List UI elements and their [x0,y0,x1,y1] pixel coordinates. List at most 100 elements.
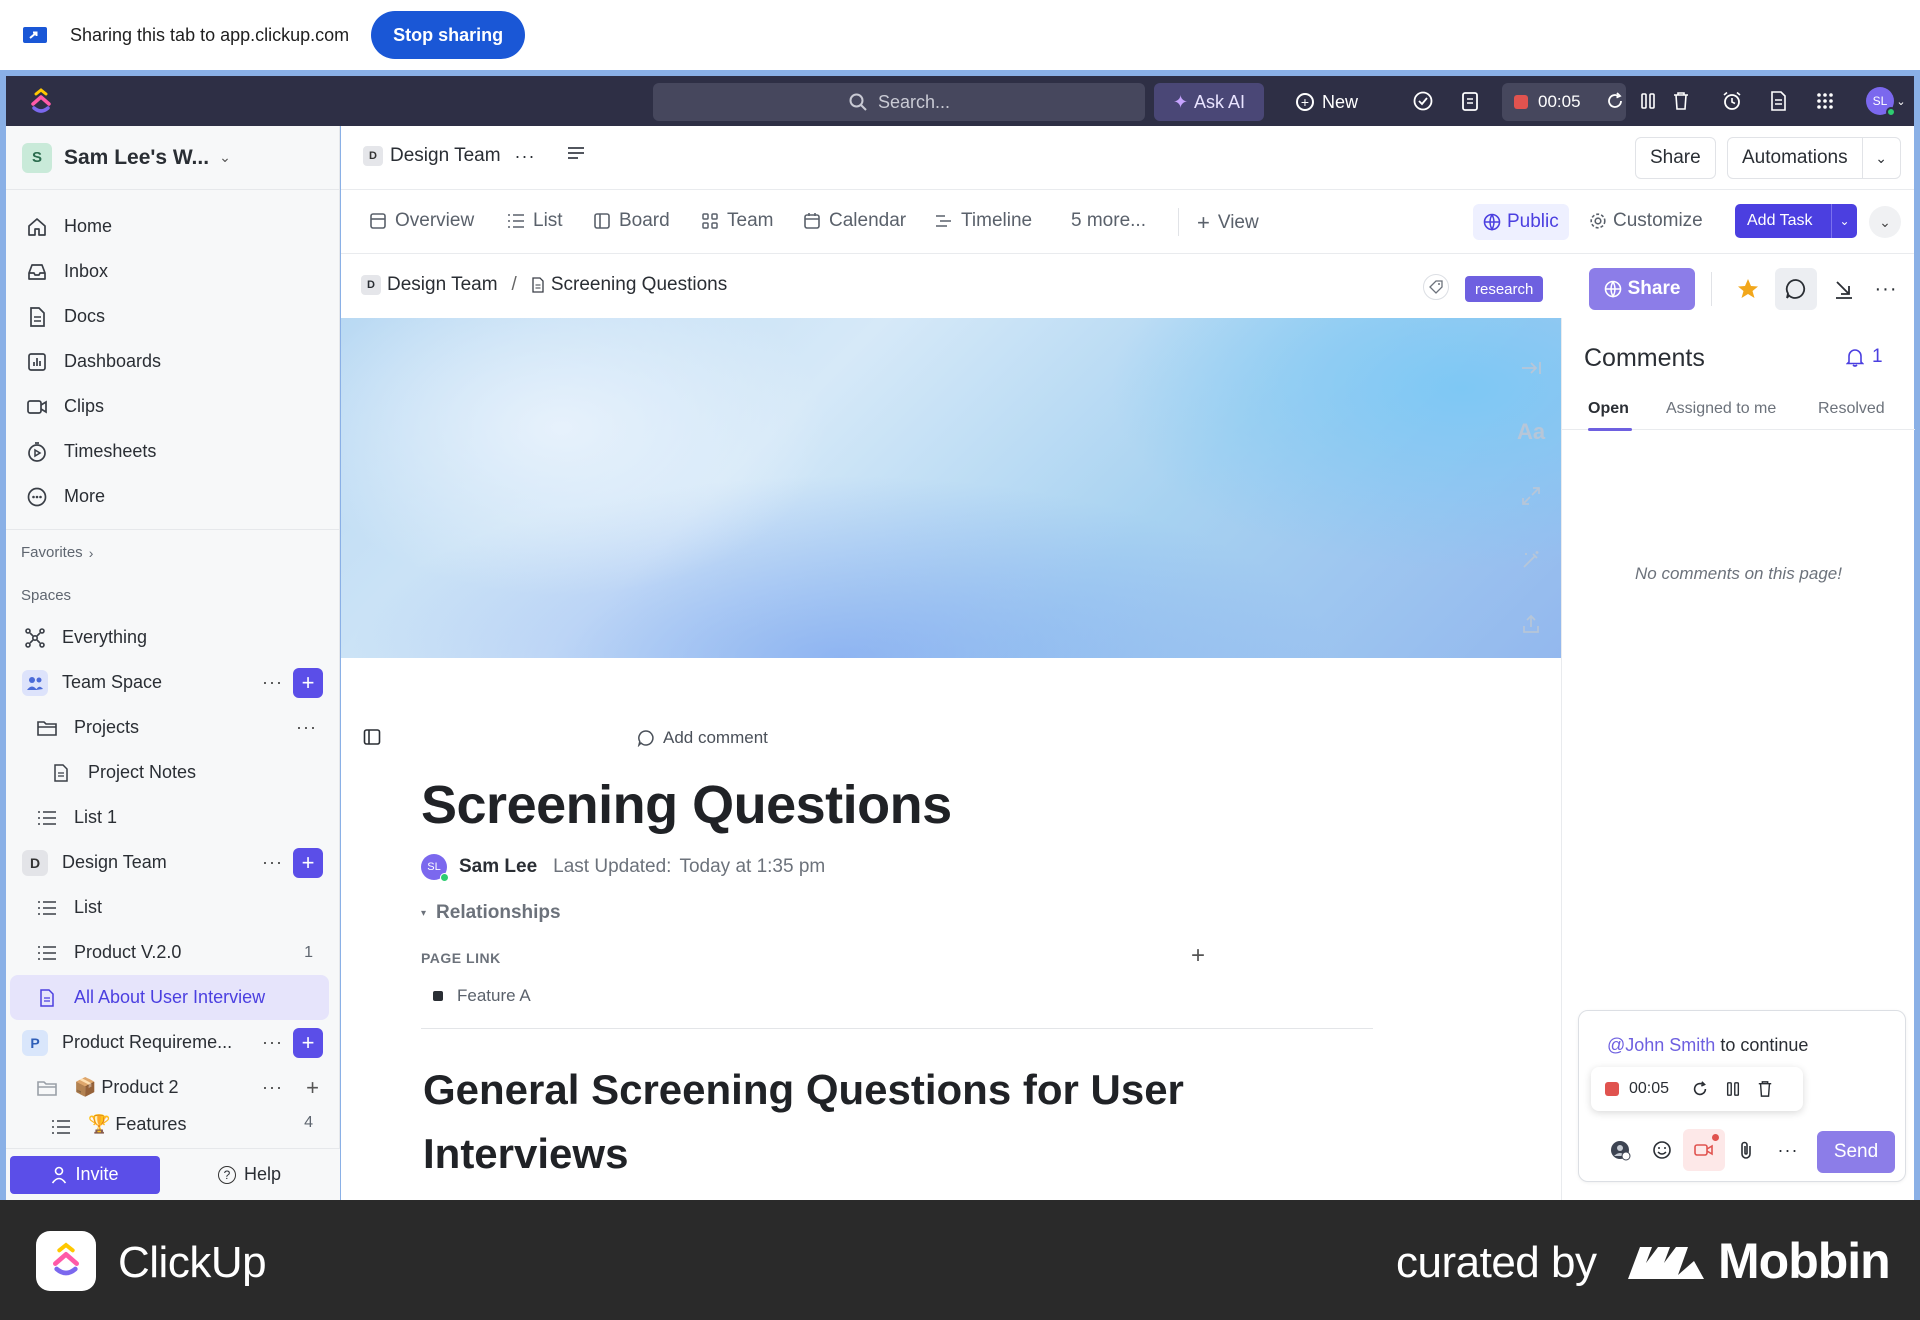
tab-timeline[interactable]: Timeline [935,210,1032,232]
apps-grid-icon[interactable] [1813,89,1837,113]
stop-sharing-button[interactable]: Stop sharing [371,11,526,59]
recording-pill[interactable]: 00:05 [1591,1067,1803,1111]
restart-icon[interactable] [1691,1080,1709,1098]
send-button[interactable]: Send [1817,1131,1895,1173]
nav-item-timesheets[interactable]: Timesheets [6,429,339,474]
export-icon[interactable] [1515,592,1547,656]
tab-calendar[interactable]: Calendar [803,210,906,232]
page-title[interactable]: Screening Questions [421,774,952,836]
space-design-team[interactable]: D Design Team ··· + [6,840,339,885]
invite-button[interactable]: Invite [10,1155,160,1194]
list-list1[interactable]: List 1 [6,795,339,840]
list-list[interactable]: List [6,885,339,930]
search-input[interactable]: Search... [653,83,1145,121]
sidebar-panel-icon[interactable] [363,728,381,751]
ellipsis-icon[interactable]: ··· [515,146,536,167]
trash-icon[interactable] [1757,1080,1773,1098]
author-avatar[interactable]: SL [421,854,449,882]
attachment-icon[interactable] [1725,1129,1767,1171]
breadcrumb-space[interactable]: Design Team [387,274,498,296]
description-lines-icon[interactable] [566,145,586,167]
list-product-v2[interactable]: Product V.2.0 1 [6,930,339,975]
collapse-right-icon[interactable] [1515,336,1547,400]
tab-list[interactable]: List [507,210,563,232]
ellipsis-icon[interactable]: ··· [296,717,317,738]
tag-icon[interactable] [1423,274,1449,300]
record-stop-icon[interactable] [1605,1082,1619,1096]
automations-button[interactable]: Automations ⌄ [1727,137,1901,179]
ellipsis-icon[interactable]: ··· [1767,1129,1809,1171]
add-page-link-button[interactable]: + [1191,942,1205,970]
add-icon[interactable]: + [306,1075,319,1101]
emoji-icon[interactable] [1641,1129,1683,1171]
clipboard-icon[interactable] [1458,89,1482,113]
nav-item-more[interactable]: More [6,474,339,519]
breadcrumb-page[interactable]: Screening Questions [531,274,727,296]
magic-wand-icon[interactable] [1515,528,1547,592]
tag-research[interactable]: research [1465,276,1544,302]
tab-overview[interactable]: Overview [369,210,474,232]
tab-resolved[interactable]: Resolved [1818,400,1885,418]
tab-open[interactable]: Open [1588,400,1629,418]
customize-button[interactable]: Customize [1589,210,1703,232]
alarm-icon[interactable] [1720,89,1744,113]
comment-composer[interactable]: @John Smith to continue 00:05 ··· Send [1578,1010,1906,1182]
expand-icon[interactable] [1515,464,1547,528]
public-button[interactable]: Public [1473,204,1569,240]
notifications-button[interactable]: 1 [1846,346,1883,368]
tab-team[interactable]: Team [701,210,773,232]
folder-projects[interactable]: Projects ··· [6,705,339,750]
workspace-switcher[interactable]: S Sam Lee's W... ⌄ [6,126,339,190]
new-button[interactable]: + New [1296,83,1358,121]
star-icon[interactable] [1733,274,1763,304]
favorites-toggle[interactable]: Favorites › [6,530,339,575]
space-everything[interactable]: Everything [6,615,339,660]
video-record-icon[interactable] [1683,1129,1725,1171]
restart-icon[interactable] [1603,89,1627,113]
comment-input[interactable]: @John Smith to continue [1607,1035,1808,1056]
relationships-toggle[interactable]: ▾ Relationships [421,902,561,924]
pause-icon[interactable] [1636,89,1660,113]
doc-project-notes[interactable]: Project Notes [6,750,339,795]
author-name[interactable]: Sam Lee [459,856,537,878]
help-button[interactable]: ? Help [218,1164,281,1185]
ellipsis-icon[interactable]: ··· [262,852,283,873]
user-avatar[interactable]: SL [1866,87,1896,117]
comment-icon[interactable] [1775,268,1817,310]
page-link-item[interactable]: Feature A [433,986,531,1006]
ellipsis-icon[interactable]: ··· [262,1077,283,1098]
space-team-space[interactable]: Team Space ··· + [6,660,339,705]
add-to-space-button[interactable]: + [293,1027,323,1058]
nav-item-dashboards[interactable]: Dashboards [6,339,339,384]
assign-avatar-icon[interactable] [1599,1129,1641,1171]
tab-more-views[interactable]: 5 more... [1071,210,1146,232]
doc-cover-image[interactable] [341,318,1561,658]
nav-item-docs[interactable]: Docs [6,294,339,339]
chevron-down-icon[interactable]: ⌄ [1831,204,1857,238]
font-size-icon[interactable]: Aa [1515,400,1547,464]
space-product-requirements[interactable]: P Product Requireme... ··· + [6,1020,339,1065]
ask-ai-button[interactable]: ✦ Ask AI [1154,83,1264,121]
header-share-button[interactable]: Share [1635,137,1716,179]
add-task-button[interactable]: Add Task ⌄ [1735,204,1857,238]
arrow-down-right-icon[interactable] [1829,274,1859,304]
document-icon[interactable] [1766,89,1790,113]
collapse-header-button[interactable]: ⌄ [1869,206,1901,238]
ellipsis-icon[interactable]: ··· [262,1032,283,1053]
tab-assigned-to-me[interactable]: Assigned to me [1666,400,1776,418]
add-view-button[interactable]: + View [1197,210,1259,236]
ellipsis-icon[interactable]: ··· [1871,274,1901,304]
ellipsis-icon[interactable]: ··· [262,672,283,693]
chevron-down-icon[interactable]: ⌄ [1861,138,1900,178]
folder-product-2[interactable]: 📦 Product 2 ··· + [6,1065,339,1110]
clickup-logo-icon[interactable] [26,86,56,116]
add-comment-button[interactable]: Add comment [637,728,768,748]
space-title[interactable]: D Design Team ··· [363,145,586,167]
nav-item-home[interactable]: Home [6,204,339,249]
doc-share-button[interactable]: Share [1589,268,1695,310]
tab-board[interactable]: Board [593,210,670,232]
add-to-space-button[interactable]: + [293,847,323,878]
chevron-down-icon[interactable]: ⌄ [1894,89,1908,113]
check-circle-icon[interactable] [1411,89,1435,113]
nav-item-inbox[interactable]: Inbox [6,249,339,294]
